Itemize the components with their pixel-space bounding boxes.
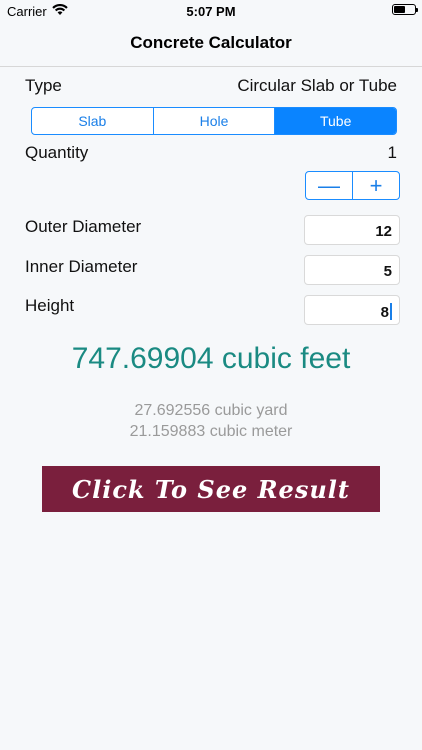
result-cubic-feet: 747.69904 cubic feet: [71, 342, 351, 375]
clock-time: 5:07 PM: [186, 4, 236, 19]
inner-diameter-value: 5: [383, 263, 392, 280]
segment-tube[interactable]: Tube: [274, 108, 396, 134]
battery-icon: [392, 4, 418, 15]
inner-diameter-input[interactable]: 5: [304, 255, 400, 285]
result-cubic-yard: 27.692556 cubic yard: [134, 402, 288, 419]
quantity-stepper[interactable]: — +: [305, 171, 400, 200]
quantity-label: Quantity: [25, 143, 89, 162]
type-value: Circular Slab or Tube: [237, 76, 397, 95]
quantity-value: 1: [387, 143, 397, 162]
result-cubic-meter: 21.159883 cubic meter: [129, 423, 293, 440]
text-cursor: [390, 303, 392, 320]
outer-diameter-input[interactable]: 12: [304, 215, 400, 245]
outer-diameter-value: 12: [375, 223, 392, 240]
segment-hole[interactable]: Hole: [152, 108, 275, 134]
height-input[interactable]: 8: [304, 295, 400, 325]
nav-divider: [0, 66, 422, 67]
decrement-button[interactable]: —: [306, 172, 353, 199]
inner-diameter-label: Inner Diameter: [25, 257, 138, 276]
segment-slab[interactable]: Slab: [32, 108, 153, 134]
height-value: 8: [380, 304, 389, 321]
type-label: Type: [25, 76, 62, 95]
increment-button[interactable]: +: [353, 172, 399, 199]
height-label: Height: [25, 296, 75, 315]
see-result-button[interactable]: Click To See Result: [42, 466, 380, 512]
shape-segmented-control[interactable]: Slab Hole Tube: [31, 107, 397, 135]
status-bar: Carrier 5:07 PM: [0, 0, 422, 22]
outer-diameter-label: Outer Diameter: [25, 217, 142, 236]
page-title: Concrete Calculator: [130, 33, 292, 52]
